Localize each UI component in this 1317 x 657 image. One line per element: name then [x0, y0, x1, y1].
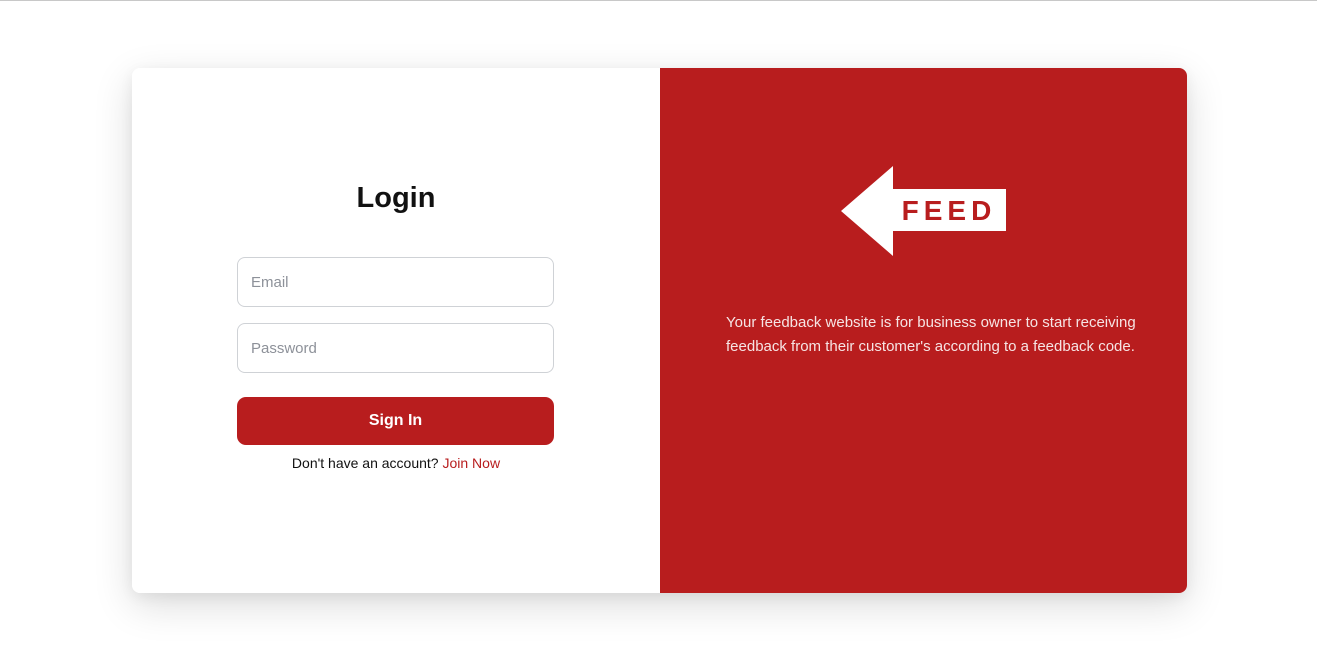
- signup-prompt-row: Don't have an account? Join Now: [132, 455, 660, 471]
- password-field[interactable]: [237, 323, 554, 373]
- brand-tagline: Your feedback website is for business ow…: [726, 314, 1136, 355]
- arrow-left-icon: FEED: [841, 166, 1006, 256]
- join-now-link[interactable]: Join Now: [442, 455, 500, 471]
- brand-panel: FEED Your feedback website is for busine…: [660, 68, 1187, 593]
- sign-in-button[interactable]: Sign In: [237, 397, 554, 445]
- top-divider: [0, 0, 1317, 1]
- login-panel: Login Sign In Don't have an account? Joi…: [132, 68, 660, 593]
- email-field[interactable]: [237, 257, 554, 307]
- signup-prompt-text: Don't have an account?: [291, 455, 439, 471]
- feed-logo: FEED: [841, 166, 1007, 256]
- login-card: Login Sign In Don't have an account? Joi…: [132, 68, 1187, 593]
- login-title: Login: [356, 182, 436, 214]
- logo-text: FEED: [902, 195, 997, 226]
